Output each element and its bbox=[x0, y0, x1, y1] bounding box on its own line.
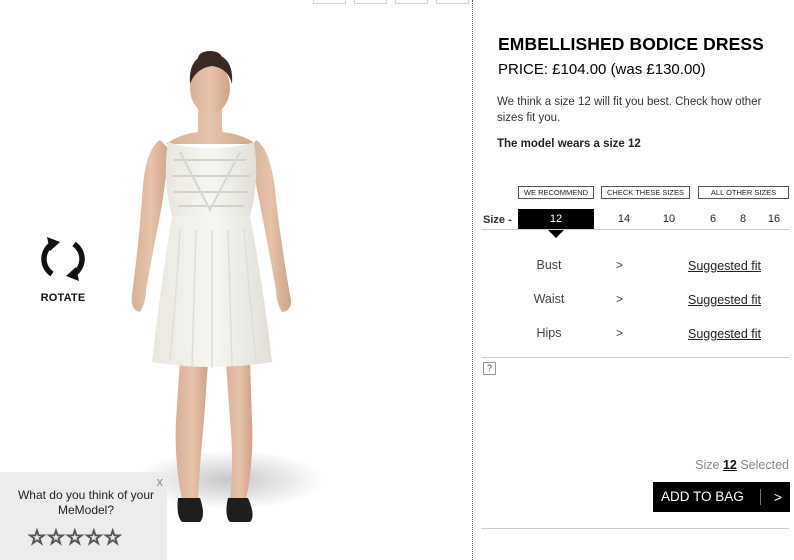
close-icon[interactable]: x bbox=[157, 474, 164, 489]
size-header: Size - bbox=[483, 214, 512, 226]
star-icon[interactable]: ☆ bbox=[65, 526, 84, 549]
size-option-10[interactable]: 10 bbox=[654, 209, 684, 229]
size-option-8[interactable]: 8 bbox=[731, 209, 755, 229]
divider bbox=[481, 528, 789, 529]
view-tab-1[interactable] bbox=[313, 0, 346, 4]
fit-label-waist: Waist bbox=[533, 292, 565, 306]
waist-suggested-fit-link[interactable]: Suggested fit bbox=[688, 293, 761, 307]
view-tab-3[interactable] bbox=[395, 0, 428, 4]
chevron-right-icon: > bbox=[616, 292, 624, 306]
fit-advice: We think a size 12 will fit you best. Ch… bbox=[497, 96, 762, 124]
size-selected-status: Size 12 Selected bbox=[695, 458, 789, 472]
fit-label-hips: Hips bbox=[536, 326, 562, 340]
add-to-bag-label: ADD TO BAG bbox=[661, 489, 744, 504]
chevron-right-icon: > bbox=[773, 489, 782, 505]
model-size-note: The model wears a size 12 bbox=[497, 138, 641, 150]
size-option-6[interactable]: 6 bbox=[701, 209, 725, 229]
star-icon[interactable]: ☆ bbox=[84, 526, 103, 549]
size-option-14[interactable]: 14 bbox=[609, 209, 639, 229]
product-title: EMBELLISHED BODICE DRESS bbox=[498, 34, 764, 54]
size-option-12[interactable]: 12 bbox=[518, 209, 594, 229]
product-details: EMBELLISHED BODICE DRESS PRICE: £104.00 … bbox=[473, 0, 794, 560]
size-selected-suffix: Selected bbox=[740, 458, 789, 472]
we-recommend-label: WE RECOMMEND bbox=[518, 186, 594, 199]
rotate-arrows-icon bbox=[41, 237, 85, 281]
model-viewer[interactable]: ROTATE x What do you think of your MeMod… bbox=[0, 0, 471, 560]
rating-stars: ☆ ☆ ☆ ☆ ☆ bbox=[27, 526, 122, 549]
size-option-16[interactable]: 16 bbox=[761, 209, 787, 229]
size-selected-prefix: Size bbox=[695, 458, 720, 472]
chevron-right-icon: > bbox=[616, 258, 624, 272]
divider bbox=[481, 357, 789, 358]
size-selected-value: 12 bbox=[722, 458, 737, 472]
star-icon[interactable]: ☆ bbox=[103, 526, 122, 549]
all-other-sizes-label: ALL OTHER SIZES bbox=[698, 186, 789, 199]
product-price: PRICE: £104.00 (was £130.00) bbox=[498, 61, 706, 78]
memodel-figure bbox=[131, 51, 325, 522]
rating-question: What do you think of your MeModel? bbox=[17, 488, 155, 517]
hips-suggested-fit-link[interactable]: Suggested fit bbox=[688, 327, 761, 341]
view-tabs bbox=[313, 0, 469, 4]
view-tab-4[interactable] bbox=[436, 0, 469, 4]
divider bbox=[481, 229, 789, 230]
rotate-label: ROTATE bbox=[40, 292, 86, 304]
bust-suggested-fit-link[interactable]: Suggested fit bbox=[688, 259, 761, 273]
view-tab-2[interactable] bbox=[354, 0, 387, 4]
help-button[interactable]: ? bbox=[483, 362, 496, 375]
rating-panel: x What do you think of your MeModel? ☆ ☆… bbox=[0, 472, 167, 560]
star-icon[interactable]: ☆ bbox=[46, 526, 65, 549]
chevron-right-icon: > bbox=[616, 326, 624, 340]
button-separator bbox=[760, 489, 761, 505]
check-these-sizes-label: CHECK THESE SIZES bbox=[601, 186, 690, 199]
star-icon[interactable]: ☆ bbox=[27, 526, 46, 549]
selected-size-pointer bbox=[547, 229, 565, 238]
rotate-button[interactable]: ROTATE bbox=[34, 234, 92, 304]
fit-label-bust: Bust bbox=[536, 258, 562, 272]
add-to-bag-button[interactable]: ADD TO BAG > bbox=[653, 482, 790, 512]
